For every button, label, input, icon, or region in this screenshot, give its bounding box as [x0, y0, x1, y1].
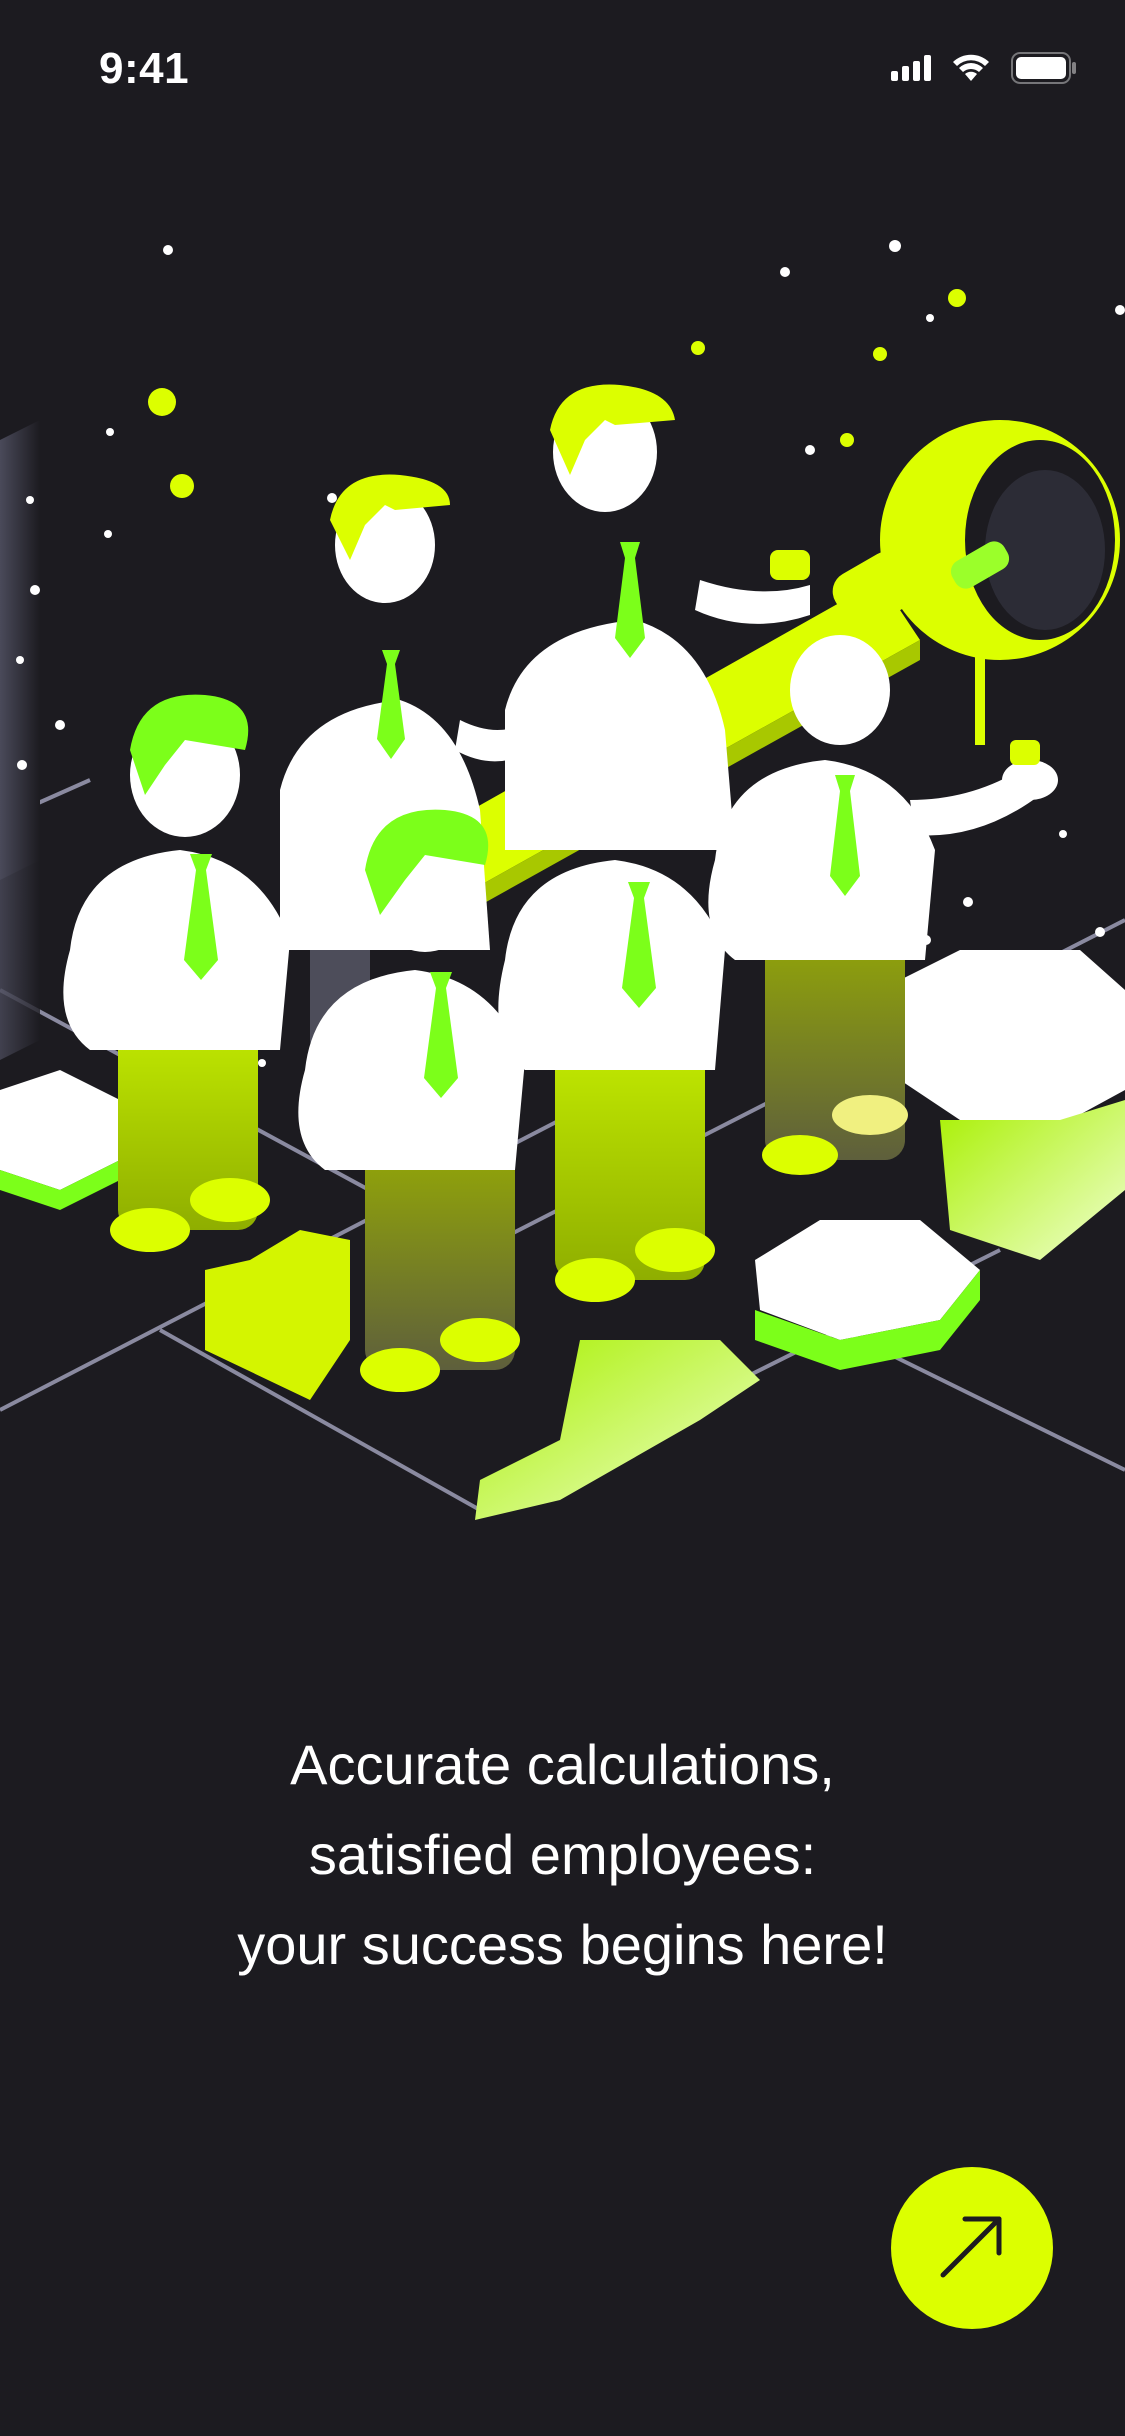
onboarding-screen: 9:41 Accurate calculations, satisfied em…	[0, 0, 1125, 2436]
next-button[interactable]	[891, 2167, 1053, 2329]
headline-line-2: satisfied employees:	[308, 1823, 817, 1886]
onboarding-headline: Accurate calculations, satisfied employe…	[0, 1720, 1125, 1990]
headline-line-1: Accurate calculations,	[290, 1733, 835, 1796]
wifi-icon	[951, 53, 991, 83]
arrow-up-right-icon	[935, 2209, 1009, 2288]
team-holding-key-illustration	[0, 220, 1125, 1560]
battery-icon	[1011, 52, 1077, 84]
status-icons	[891, 52, 1077, 84]
status-bar: 9:41	[0, 0, 1125, 140]
headline-line-3: your success begins here!	[237, 1913, 888, 1976]
cellular-signal-icon	[891, 55, 931, 81]
status-time: 9:41	[99, 44, 190, 93]
